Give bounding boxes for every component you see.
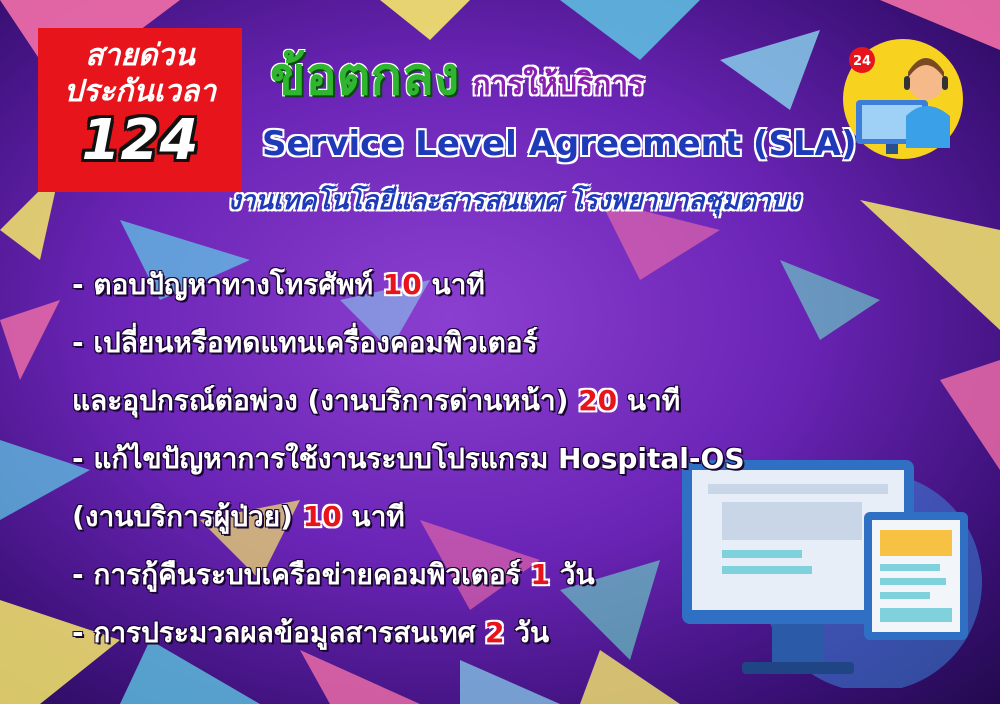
organization-name: งานเทคโนโลยีและสารสนเทศ โรงพยาบาลชุมตาบง (228, 186, 800, 216)
list-item: - แก้ไขปัญหาการใช้งานระบบโปรแกรม Hospita… (72, 442, 745, 475)
list-item: และอุปกรณ์ต่อพ่วง (งานบริการด่านหน้า) 20… (72, 384, 681, 417)
hotline-number: 124 (81, 108, 199, 173)
list-item: - เปลี่ยนหรือทดแทนเครื่องคอมพิวเตอร์ (72, 326, 538, 359)
list-item: - การประมวลผลข้อมูลสารสนเทศ 2 วัน (72, 616, 550, 649)
page-title-thai: ข้อตกลง การให้บริการ (270, 34, 644, 117)
list-item: - การกู้คืนระบบเครือข่ายคอมพิวเตอร์ 1 วั… (72, 558, 595, 591)
hotline-badge: สายด่วน ประกันเวลา 124 (38, 28, 242, 192)
list-item: (งานบริการผู้ป่วย) 10 นาที (72, 500, 405, 533)
title-agreement: ข้อตกลง (270, 47, 460, 107)
hotline-line2: ประกันเวลา (63, 74, 217, 109)
hotline-line1: สายด่วน (85, 38, 195, 73)
badge-24: 24 (853, 54, 871, 69)
support-agent-icon: 24 (843, 39, 963, 159)
sla-list: - ตอบปัญหาทางโทรศัพท์ 10 นาที - เปลี่ยนห… (72, 256, 972, 662)
list-item: - ตอบปัญหาทางโทรศัพท์ 10 นาที (72, 268, 485, 301)
title-service: การให้บริการ (472, 67, 645, 102)
page-title-english: Service Level Agreement (SLA) (262, 124, 857, 164)
